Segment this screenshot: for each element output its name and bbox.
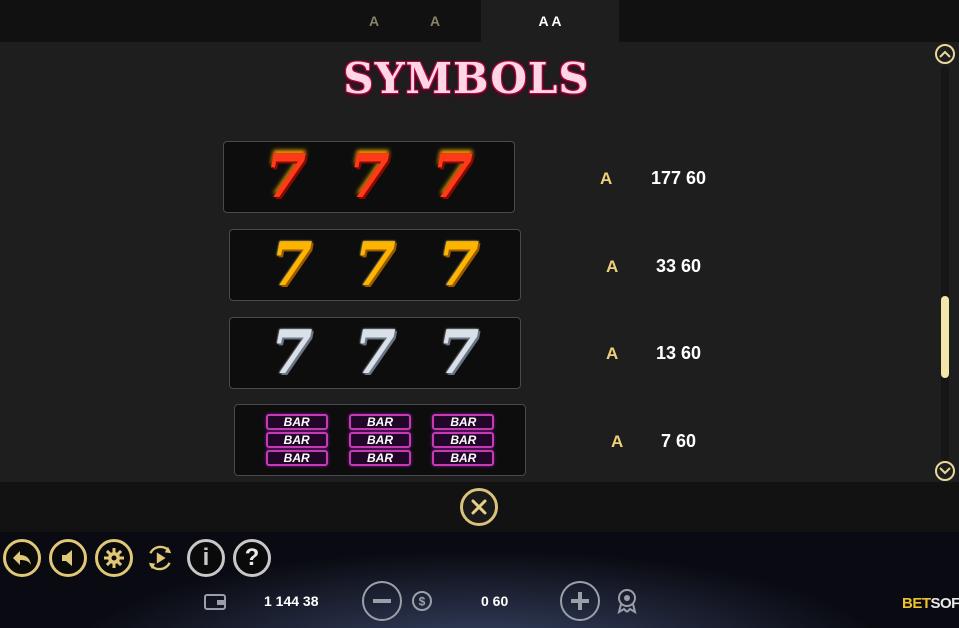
gold-seven-icon: 7 [354, 230, 396, 300]
wallet-icon [204, 594, 226, 610]
back-button[interactable] [3, 539, 41, 577]
gear-icon [104, 548, 124, 568]
minus-icon [373, 599, 391, 603]
payout-value: 13 60 [656, 343, 702, 363]
sound-button[interactable] [49, 539, 87, 577]
scrollbar-thumb[interactable] [941, 296, 949, 378]
page-title: SYMBOLS [343, 54, 590, 103]
close-icon [471, 499, 487, 515]
gold-seven-icon: 7 [437, 230, 480, 300]
tab-bar: A A A A [0, 0, 959, 42]
red-seven-icon: 7 [264, 142, 307, 212]
triple-bar-icon: BAR BAR BAR [432, 414, 495, 466]
chevron-down-icon [939, 467, 951, 475]
triple-bar-icon: BAR BAR BAR [348, 414, 411, 466]
logo-bet: BET [902, 595, 931, 612]
bar-label: BAR [348, 432, 411, 448]
coins-icon: $ [412, 591, 432, 611]
bar-label: BAR [348, 450, 411, 466]
logo-soft: SOFT [930, 595, 959, 612]
red-seven-icon: 7 [431, 142, 474, 212]
bet-value: 0 60 [481, 593, 509, 609]
symbol-triple-bar: BAR BAR BAR BAR BAR BAR BAR BAR BAR [234, 404, 526, 476]
bar-label: BAR [265, 450, 328, 466]
balance-value: 1 144 38 [264, 593, 319, 609]
back-arrow-icon [13, 551, 31, 565]
silver-seven-icon: 7 [437, 318, 480, 388]
symbol-silver-777: 7 7 7 [229, 317, 521, 389]
multiplier-letter: A [600, 169, 613, 188]
symbol-red-777: 7 7 7 [223, 141, 515, 213]
payout-value: 33 60 [656, 256, 702, 276]
award-icon[interactable] [615, 588, 639, 614]
silver-seven-icon: 7 [354, 318, 396, 388]
speaker-icon [62, 550, 72, 566]
payout-value: 177 60 [651, 168, 707, 188]
bar-label: BAR [348, 414, 411, 430]
autoplay-icon [148, 545, 172, 571]
bar-label: BAR [432, 450, 495, 466]
multiplier-letter: A [606, 257, 619, 276]
scrollbar-track[interactable] [941, 66, 949, 461]
autoplay-button[interactable] [141, 539, 179, 577]
help-button[interactable]: ? [233, 539, 271, 577]
silver-seven-icon: 7 [270, 318, 313, 388]
triple-bar-icon: BAR BAR BAR [265, 414, 328, 466]
increase-bet-button[interactable] [560, 581, 600, 621]
bar-label: BAR [432, 432, 495, 448]
red-seven-icon: 7 [348, 142, 390, 212]
payout-value: 7 60 [661, 431, 697, 451]
decrease-bet-button[interactable] [362, 581, 402, 621]
tab-3-active[interactable]: A A [481, 0, 619, 42]
plus-icon [571, 592, 589, 610]
settings-button[interactable] [95, 539, 133, 577]
tab-1[interactable]: A [358, 0, 390, 42]
bar-label: BAR [265, 432, 328, 448]
scroll-up-button[interactable] [935, 44, 955, 64]
bar-label: BAR [432, 414, 495, 430]
svg-text:$: $ [419, 595, 426, 609]
tab-2[interactable]: A [419, 0, 451, 42]
multiplier-letter: A [606, 344, 619, 363]
betsoft-logo: BETSOFT [902, 595, 959, 612]
paytable-panel: SYMBOLS 7 7 7 A 177 60 7 7 7 A 33 60 7 7… [0, 42, 959, 482]
close-button[interactable] [460, 488, 498, 526]
info-button[interactable]: i [187, 539, 225, 577]
multiplier-letter: A [611, 432, 624, 451]
symbol-gold-777: 7 7 7 [229, 229, 521, 301]
bar-label: BAR [265, 414, 328, 430]
gold-seven-icon: 7 [270, 230, 313, 300]
scroll-down-button[interactable] [935, 461, 955, 481]
chevron-up-icon [939, 50, 951, 58]
